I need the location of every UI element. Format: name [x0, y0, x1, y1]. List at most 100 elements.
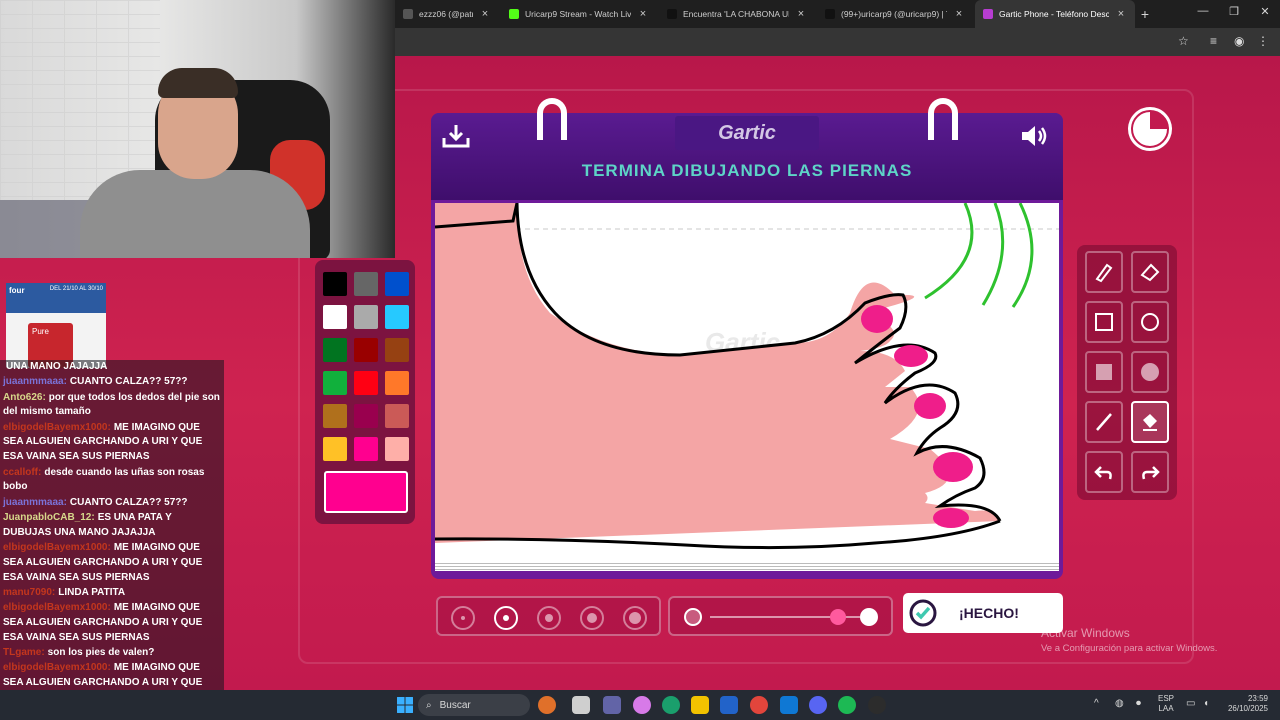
bookmark-star-icon[interactable]: ☆	[1178, 34, 1189, 48]
tab-close-icon[interactable]: ×	[1115, 8, 1127, 20]
profile-icon[interactable]: ◉	[1234, 34, 1244, 48]
network-tray-icon[interactable]: ◍	[1115, 699, 1124, 709]
circle-fill-tool-button[interactable]	[1131, 351, 1169, 393]
color-swatch[interactable]	[385, 305, 409, 329]
rect-outline-tool-button[interactable]	[1085, 301, 1123, 343]
copilot-icon[interactable]	[633, 696, 651, 714]
opacity-high-icon	[860, 608, 878, 626]
timer-icon	[1128, 107, 1172, 151]
color-swatch[interactable]	[354, 305, 378, 329]
browser-tab[interactable]: Encuentra 'LA CHABONA URIC ×	[659, 0, 815, 28]
windows-start-icon[interactable]	[396, 696, 414, 714]
tab-favicon-icon	[667, 9, 677, 19]
chat-message: juaanmmaaa: CUANTO CALZA?? 57??	[0, 496, 224, 511]
pencil-tool-button[interactable]	[1085, 251, 1123, 293]
color-palette	[315, 260, 415, 524]
color-swatch[interactable]	[385, 437, 409, 461]
color-swatch[interactable]	[354, 338, 378, 362]
color-swatch[interactable]	[385, 371, 409, 395]
tab-close-icon[interactable]: ×	[953, 8, 965, 20]
outlook-icon[interactable]	[780, 696, 798, 714]
color-swatch[interactable]	[385, 272, 409, 296]
chat-username: elbigodelBayemx1000:	[3, 421, 111, 433]
menu-kebab-icon[interactable]: ⋮	[1257, 34, 1269, 48]
ad-brand: four	[9, 286, 25, 295]
color-swatch[interactable]	[354, 437, 378, 461]
bucket-tool-button[interactable]	[1131, 401, 1169, 443]
close-window-button[interactable]: ✕	[1255, 5, 1275, 18]
browser-tab[interactable]: Gartic Phone - Teléfono Desco ×	[975, 0, 1135, 28]
tab-close-icon[interactable]: ×	[795, 8, 807, 20]
download-icon[interactable]	[441, 123, 471, 149]
color-swatch[interactable]	[323, 305, 347, 329]
drawing-canvas[interactable]: Gartic	[434, 202, 1059, 565]
color-swatch[interactable]	[323, 371, 347, 395]
toenail-3	[914, 393, 946, 419]
color-swatch[interactable]	[323, 404, 347, 428]
color-swatch[interactable]	[323, 437, 347, 461]
chat-message: JuanpabloCAB_12: ES UNA PATA Y DUBUJAS UN…	[0, 511, 224, 541]
brush-size-option[interactable]	[494, 606, 518, 630]
toenail-1	[861, 305, 893, 333]
tab-close-icon[interactable]: ×	[637, 8, 649, 20]
browser-tab[interactable]: ezzz06 (@patriilopezz ×	[395, 0, 499, 28]
chat-username: ccalloff:	[3, 466, 42, 478]
motion-line-3	[1011, 202, 1034, 308]
motion-line-1	[924, 202, 974, 300]
brush-size-option[interactable]	[623, 606, 647, 630]
new-tab-button[interactable]: +	[1135, 6, 1155, 22]
line-tool-button[interactable]	[1085, 401, 1123, 443]
chrome-icon[interactable]	[750, 696, 768, 714]
widgets-icon[interactable]	[538, 696, 556, 714]
volume-tray-icon[interactable]: ◖	[1203, 699, 1209, 709]
brush-size-option[interactable]	[451, 606, 475, 630]
rect-fill-tool-button[interactable]	[1085, 351, 1123, 393]
line-icon	[1096, 413, 1112, 431]
current-color-swatch[interactable]	[324, 471, 408, 513]
advertisement[interactable]: four DEL 21/10 AL 30/10 Pure	[6, 283, 106, 368]
spotify-icon[interactable]	[838, 696, 856, 714]
color-swatch[interactable]	[323, 272, 347, 296]
opacity-slider-handle[interactable]	[829, 609, 846, 625]
game-launcher-icon[interactable]	[868, 696, 886, 714]
eraser-tool-button[interactable]	[1131, 251, 1169, 293]
color-swatch[interactable]	[354, 272, 378, 296]
monitor-tray-icon[interactable]: ▭	[1186, 699, 1195, 709]
tab-title: Uricarp9 Stream - Watch Live o	[525, 9, 631, 19]
minimize-button[interactable]: —	[1193, 5, 1213, 17]
clock[interactable]: 23:59 26/10/2025	[1222, 694, 1268, 714]
brush-size-option[interactable]	[537, 606, 561, 630]
language-indicator[interactable]: ESP LAA	[1158, 694, 1174, 714]
toenail-2	[894, 345, 928, 367]
color-swatch[interactable]	[354, 371, 378, 395]
store-icon[interactable]	[720, 696, 738, 714]
mic-tray-icon[interactable]: ⏺	[1136, 699, 1141, 709]
chat-username: elbigodelBayemx1000:	[3, 602, 111, 614]
reading-list-icon[interactable]: ≡	[1210, 34, 1217, 48]
done-button[interactable]: ¡HECHO!	[903, 593, 1063, 633]
tab-favicon-icon	[983, 9, 993, 19]
chat-username: TLgame:	[3, 647, 45, 659]
color-swatch[interactable]	[323, 338, 347, 362]
color-swatch[interactable]	[385, 404, 409, 428]
brush-size-option[interactable]	[580, 606, 604, 630]
chat-username: elbigodelBayemx1000:	[3, 662, 111, 674]
tab-close-icon[interactable]: ×	[479, 8, 491, 20]
task-view-icon[interactable]	[572, 696, 590, 714]
undo-tool-button[interactable]	[1085, 451, 1123, 493]
file-explorer-icon[interactable]	[691, 696, 709, 714]
color-swatch[interactable]	[354, 404, 378, 428]
teams-icon[interactable]	[603, 696, 621, 714]
circle-outline-tool-button[interactable]	[1131, 301, 1169, 343]
redo-tool-button[interactable]	[1131, 451, 1169, 493]
browser-tab[interactable]: (99+)uricarp9 (@uricarp9) | Tik ×	[817, 0, 973, 28]
browser-tab[interactable]: Uricarp9 Stream - Watch Live o ×	[501, 0, 657, 28]
restore-button[interactable]: ❐	[1224, 5, 1244, 18]
edge-icon[interactable]	[662, 696, 680, 714]
tray-chevron-icon[interactable]: ^	[1094, 699, 1099, 709]
color-swatch[interactable]	[385, 338, 409, 362]
discord-icon[interactable]	[809, 696, 827, 714]
page-edge	[435, 561, 1059, 571]
volume-icon[interactable]	[1019, 123, 1049, 149]
taskbar-search[interactable]: ⌕ Buscar	[418, 694, 530, 716]
